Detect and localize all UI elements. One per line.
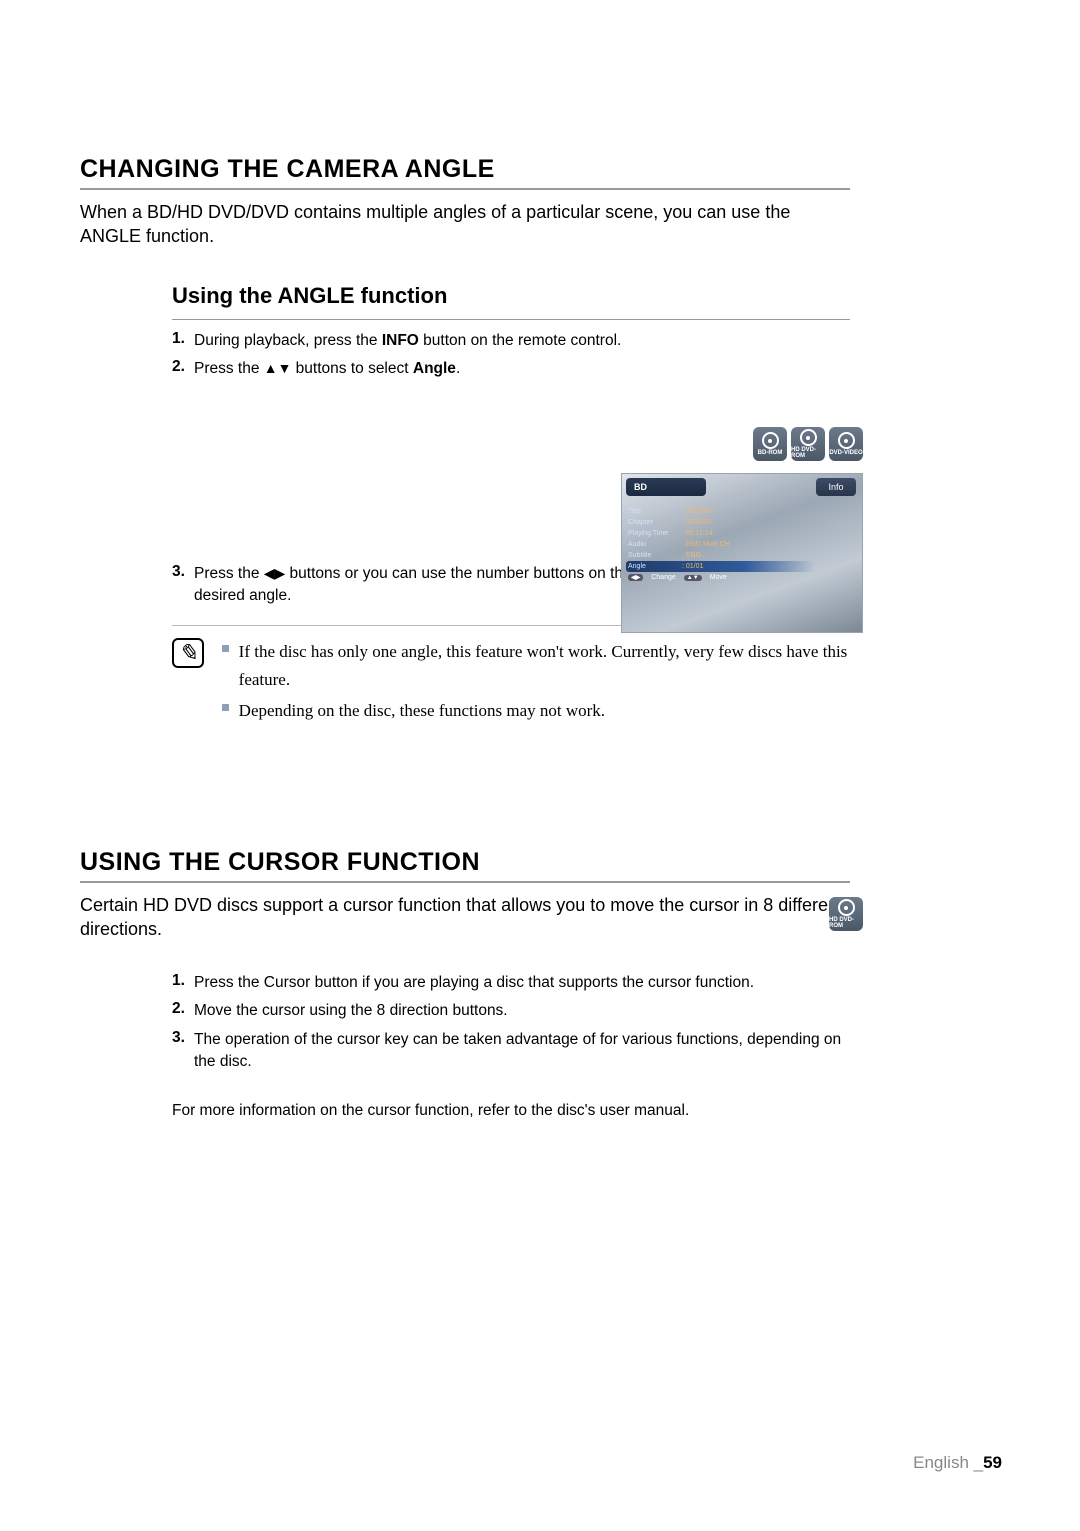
step1-text-a: During playback, press the — [194, 332, 382, 349]
osd-change-pill: ◀▶ — [628, 574, 643, 581]
section2-badge-group: HD DVD-ROM — [829, 897, 863, 931]
section2-step1: 1. Press the Cursor button if you are pl… — [172, 972, 850, 1000]
step-number: 3. — [172, 563, 194, 614]
note-block: ✎ If the disc has only one angle, this f… — [172, 638, 850, 728]
angle-label: Angle — [413, 360, 456, 377]
badge-label: BD-ROM — [758, 450, 783, 456]
bullet-icon — [222, 645, 229, 652]
section1-rule — [80, 188, 850, 190]
step-number: 3. — [172, 1029, 194, 1080]
bullet-icon — [222, 704, 229, 711]
section1-heading: CHANGING THE CAMERA ANGLE — [80, 155, 850, 184]
footer-lang: English _ — [913, 1453, 983, 1472]
osd-info-rows: Title: 001/006 Chapter: 003/016 Playing … — [628, 506, 862, 572]
badge-bd-rom: BD-ROM — [753, 427, 787, 461]
step-number: 2. — [172, 358, 194, 386]
section2-rule — [80, 881, 850, 883]
page-footer: English _59 — [913, 1453, 1002, 1473]
section2-step1-text: Press the Cursor button if you are playi… — [194, 972, 850, 994]
badge-label: HD DVD-ROM — [791, 447, 825, 459]
badge-dvd-video: DVD-VIDEO — [829, 427, 863, 461]
note2-row: Depending on the disc, these functions m… — [222, 697, 850, 724]
section1-step1: 1. During playback, press the INFO butto… — [172, 330, 850, 358]
footer-page: 59 — [983, 1453, 1002, 1472]
note1-row: If the disc has only one angle, this fea… — [222, 638, 850, 692]
disc-badges: BD-ROM HD DVD-ROM DVD-VIDEO — [753, 427, 863, 461]
section2-heading: USING THE CURSOR FUNCTION — [80, 848, 850, 877]
section2-step3: 3. The operation of the cursor key can b… — [172, 1029, 850, 1080]
osd-angle-row: Angle: 01/01 — [626, 561, 862, 572]
step-number: 1. — [172, 330, 194, 358]
section2-intro: Certain HD DVD discs support a cursor fu… — [80, 893, 850, 942]
section1-step2: 2. Press the ▲▼ buttons to select Angle. — [172, 358, 850, 386]
badge-hd-dvd-rom: HD DVD-ROM — [791, 427, 825, 461]
badge-hd-dvd-rom: HD DVD-ROM — [829, 897, 863, 931]
section1-intro: When a BD/HD DVD/DVD contains multiple a… — [80, 200, 850, 249]
osd-move-pill: ▲▼ — [684, 575, 702, 581]
up-down-icon: ▲▼ — [264, 360, 292, 376]
osd-tab-info: Info — [816, 478, 856, 496]
badge-label: HD DVD-ROM — [829, 917, 863, 929]
badge-label: DVD-VIDEO — [829, 450, 862, 456]
step-number: 1. — [172, 972, 194, 1000]
step1-text-c: button on the remote control. — [419, 332, 621, 349]
osd-tab-bd: BD — [626, 478, 706, 496]
section2-step2: 2. Move the cursor using the 8 direction… — [172, 1000, 850, 1028]
step2-text-d: . — [456, 360, 460, 377]
section1-sub-rule — [172, 319, 850, 320]
section2-step3-text: The operation of the cursor key can be t… — [194, 1029, 850, 1074]
section2-step2-text: Move the cursor using the 8 direction bu… — [194, 1000, 850, 1022]
note1-text: If the disc has only one angle, this fea… — [239, 638, 850, 692]
note2-text: Depending on the disc, these functions m… — [239, 697, 605, 724]
osd-change-label: Change — [651, 574, 676, 581]
osd-move-label: Move — [710, 574, 727, 581]
step3-text-a: Press the — [194, 565, 264, 582]
left-right-icon: ◀▶ — [264, 565, 285, 581]
step2-text-b: buttons to select — [291, 360, 413, 377]
step2-text-a: Press the — [194, 360, 264, 377]
section2-closing: For more information on the cursor funct… — [172, 1102, 850, 1120]
info-label: INFO — [382, 332, 419, 349]
osd-screenshot: BD Info Title: 001/006 Chapter: 003/016 … — [621, 473, 863, 633]
note-icon: ✎ — [172, 638, 204, 668]
step-number: 2. — [172, 1000, 194, 1028]
section1-subheading: Using the ANGLE function — [172, 283, 850, 309]
